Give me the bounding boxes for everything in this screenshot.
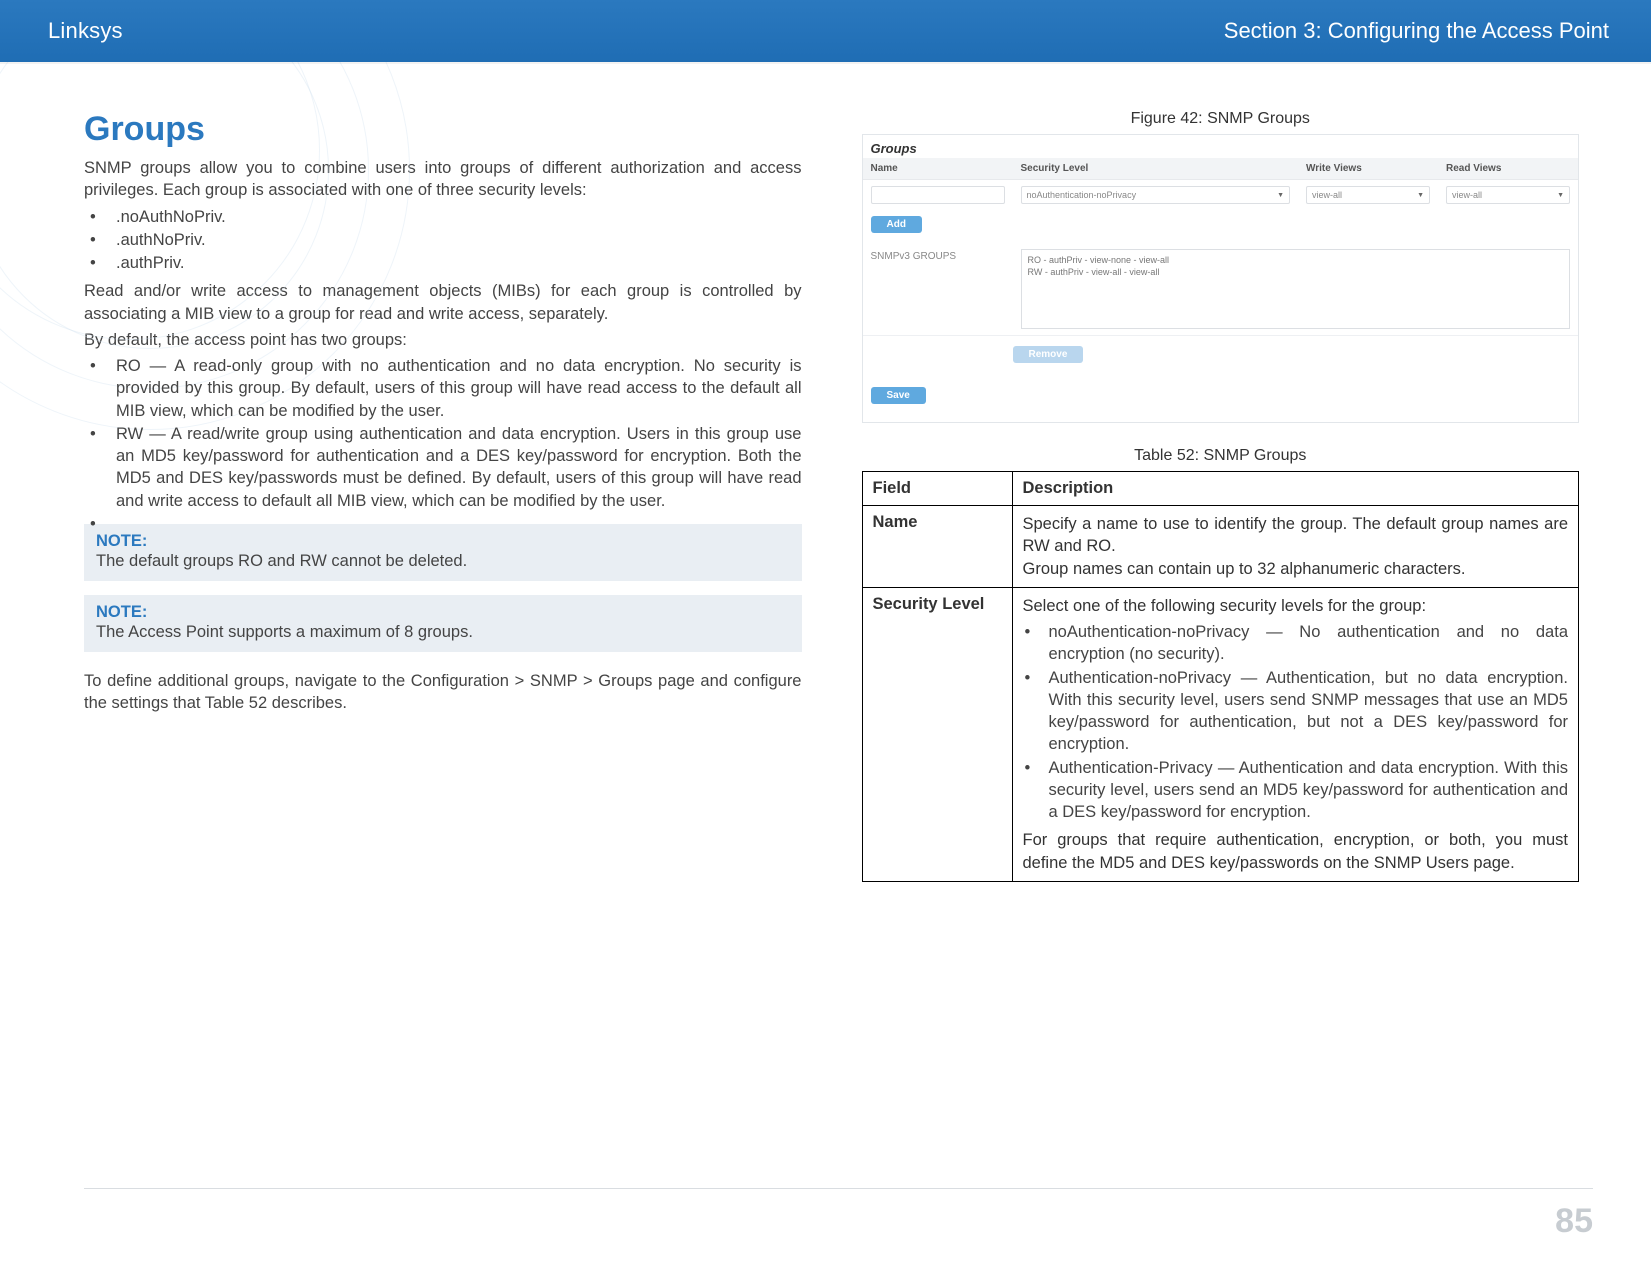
section-title: Section 3: Configuring the Access Point — [1224, 18, 1609, 44]
note-box-2: NOTE: The Access Point supports a maximu… — [84, 595, 802, 652]
note-body: The Access Point supports a maximum of 8… — [96, 623, 473, 641]
mini-groups-listbox[interactable]: RO - authPriv - view-none - view-all RW … — [1021, 249, 1571, 329]
list-item: Authentication-noPrivacy — Authenticatio… — [1023, 667, 1569, 756]
list-item: .noAuthNoPriv. — [84, 206, 802, 228]
mini-col-name: Name — [863, 158, 1013, 180]
mini-read-value: view-all — [1452, 190, 1482, 200]
figure-snmp-groups: Groups Name Security Level Write Views R… — [862, 134, 1580, 423]
mini-save-button[interactable]: Save — [871, 387, 926, 404]
mini-remove-button[interactable]: Remove — [1013, 346, 1084, 363]
footer-rule — [84, 1188, 1593, 1189]
mini-col-read: Read Views — [1438, 158, 1578, 180]
mini-read-select[interactable]: view-all ▼ — [1446, 186, 1570, 204]
mini-write-value: view-all — [1312, 190, 1342, 200]
list-item: RO — A read-only group with no authentic… — [84, 355, 802, 422]
mini-list-row: RW - authPriv - view-all - view-all — [1028, 266, 1564, 278]
mini-security-value: noAuthentication-noPrivacy — [1027, 190, 1137, 200]
figure-caption: Figure 42: SNMP Groups — [862, 110, 1580, 128]
note-label: NOTE: — [96, 603, 790, 622]
list-item: RW — A read/write group using authentica… — [84, 423, 802, 512]
security-options-list: noAuthentication-noPrivacy — No authenti… — [1023, 621, 1569, 823]
list-item: .authPriv. — [84, 252, 802, 274]
note-label: NOTE: — [96, 532, 790, 551]
mini-ui-title: Groups — [863, 135, 1579, 158]
snmp-groups-table: Field Description Name Specify a name to… — [862, 471, 1580, 882]
table-row: Security Level Select one of the followi… — [862, 587, 1579, 881]
cell-field: Name — [873, 513, 918, 531]
mini-add-button[interactable]: Add — [871, 216, 922, 233]
chevron-down-icon: ▼ — [1557, 192, 1564, 199]
mini-name-input[interactable] — [871, 186, 1005, 204]
table-caption: Table 52: SNMP Groups — [862, 447, 1580, 465]
note-body: The default groups RO and RW cannot be d… — [96, 552, 467, 570]
chevron-down-icon: ▼ — [1417, 192, 1424, 199]
mini-groups-area: SNMPv3 GROUPS RO - authPriv - view-none … — [863, 243, 1579, 335]
mini-ui-header-row: Name Security Level Write Views Read Vie… — [863, 158, 1579, 210]
th-field: Field — [862, 472, 1012, 506]
default-groups-list: RO — A read-only group with no authentic… — [84, 355, 802, 512]
document-header: Linksys Section 3: Configuring the Acces… — [0, 0, 1651, 62]
cell-desc-p1: Specify a name to use to identify the gr… — [1023, 513, 1569, 558]
cell-desc-tail: For groups that require authentication, … — [1023, 829, 1569, 874]
th-description: Description — [1012, 472, 1579, 506]
list-item: noAuthentication-noPrivacy — No authenti… — [1023, 621, 1569, 666]
list-item: .authNoPriv. — [84, 229, 802, 251]
left-column: Groups SNMP groups allow you to combine … — [84, 110, 802, 882]
mini-col-security: Security Level — [1013, 158, 1299, 180]
list-item: Authentication-Privacy — Authentication … — [1023, 757, 1569, 824]
chevron-down-icon: ▼ — [1277, 192, 1284, 199]
mini-security-select[interactable]: noAuthentication-noPrivacy ▼ — [1021, 186, 1291, 204]
security-levels-list: .noAuthNoPriv. .authNoPriv. .authPriv. — [84, 206, 802, 275]
cell-desc-intro: Select one of the following security lev… — [1023, 595, 1569, 617]
table-header-row: Field Description — [862, 472, 1579, 506]
mini-groups-label: SNMPv3 GROUPS — [863, 243, 1013, 335]
table-row: Name Specify a name to use to identify t… — [862, 506, 1579, 588]
mini-save-row: Save — [863, 377, 1579, 422]
mini-footer: Remove — [863, 335, 1579, 377]
cell-desc-p2: Group names can contain up to 32 alphanu… — [1023, 558, 1569, 580]
right-column: Figure 42: SNMP Groups Groups Name Secur… — [862, 110, 1580, 882]
cell-field: Security Level — [873, 595, 985, 613]
mini-list-row: RO - authPriv - view-none - view-all — [1028, 254, 1564, 266]
note-box-1: NOTE: The default groups RO and RW canno… — [84, 524, 802, 581]
mini-col-write: Write Views — [1298, 158, 1438, 180]
page-number: 85 — [1555, 1202, 1593, 1241]
mini-write-select[interactable]: view-all ▼ — [1306, 186, 1430, 204]
body-text: To define additional groups, navigate to… — [84, 670, 802, 715]
tail-paragraph: To define additional groups, navigate to… — [84, 670, 802, 715]
brand-name: Linksys — [48, 18, 123, 44]
